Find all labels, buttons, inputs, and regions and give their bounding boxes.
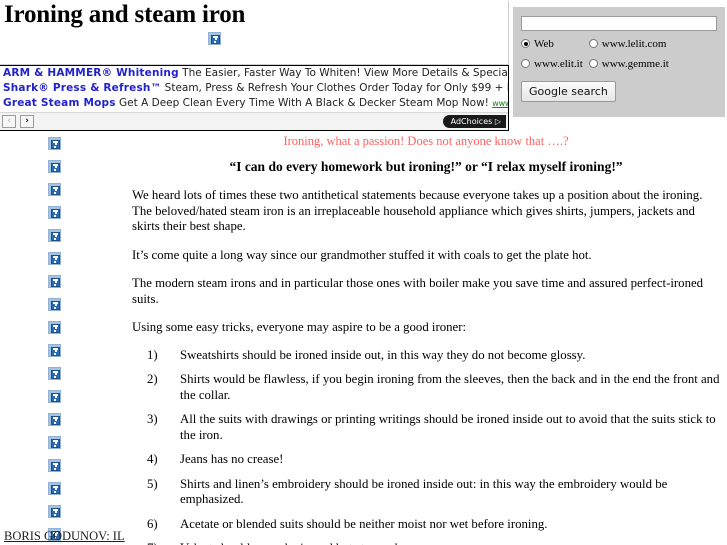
sidebar-broken-image-placeholder[interactable] — [48, 137, 61, 150]
broken-image-icon — [208, 32, 221, 45]
radio-button-icon[interactable] — [521, 59, 530, 68]
ad-row[interactable]: Great Steam Mops Get A Deep Clean Every … — [0, 96, 508, 111]
sidebar-broken-image-placeholder[interactable] — [48, 252, 61, 265]
title-box: Ironing and steam iron — [0, 1, 509, 65]
ad-title[interactable]: Shark® Press & Refresh™ — [3, 82, 161, 94]
tip-text: Sweatshirts should be ironed inside out,… — [180, 347, 586, 362]
tip-text: Velvet should never be ironed but steame… — [180, 541, 401, 545]
sidebar-broken-image-placeholder[interactable] — [48, 206, 61, 219]
adchoices-label: AdChoices — [450, 117, 493, 126]
search-scope-row-2: www.elit.it www.gemme.it — [521, 58, 717, 71]
tip-text: Shirts and linen’s embroidery should be … — [180, 476, 668, 507]
search-scope-option-elit[interactable]: www.elit.it — [521, 58, 586, 71]
search-scope-option-gemme[interactable]: www.gemme.it — [588, 58, 669, 71]
ad-title[interactable]: Great Steam Mops — [3, 97, 116, 109]
tip-number: 5) — [147, 476, 158, 491]
pull-quote: “I can do every homework but ironing!” o… — [229, 159, 623, 174]
sidebar-broken-image-placeholder[interactable] — [48, 183, 61, 196]
tip-list-item: 1) Sweatshirts should be ironed inside ou… — [125, 348, 721, 364]
ad-row[interactable]: Shark® Press & Refresh™ Steam, Press & R… — [0, 81, 508, 96]
sidebar: BORIS GODUNOV: IL — [0, 131, 125, 545]
tip-list-item: 4) Jeans has no crease! — [125, 452, 721, 468]
search-scope-option-lelit[interactable]: www.lelit.com — [588, 38, 667, 51]
body-paragraph: The modern steam irons and in particular… — [132, 276, 704, 306]
ad-description: The Easier, Faster Way To Whiten! View M… — [182, 67, 508, 79]
search-scope-row-1: Web www.lelit.com — [521, 38, 717, 51]
tip-text: Acetate or blended suits should be neith… — [180, 516, 548, 531]
adchoices-badge[interactable]: AdChoices ▷ — [442, 115, 506, 128]
ad-footer: ‹ › AdChoices ▷ — [0, 112, 508, 130]
radio-button-icon[interactable] — [521, 39, 530, 48]
search-panel: Web www.lelit.com www.elit.it www.gemme.… — [510, 0, 727, 131]
page-subtitle: Ironing, what a passion! Does not anyone… — [283, 134, 569, 148]
tip-text: Jeans has no crease! — [180, 452, 284, 466]
ad-banner[interactable]: ARM & HAMMER® Whitening The Easier, Fast… — [0, 65, 509, 131]
tip-list-item: 7) Velvet should never be ironed but stea… — [125, 541, 721, 545]
body-paragraph: Using some easy tricks, everyone may asp… — [132, 320, 467, 334]
page-title: Ironing and steam iron — [4, 1, 246, 28]
sidebar-broken-image-placeholder[interactable] — [48, 459, 61, 472]
search-scope-option-web[interactable]: Web — [521, 38, 586, 51]
sidebar-broken-image-placeholder[interactable] — [48, 298, 61, 311]
sidebar-broken-image-placeholder[interactable] — [48, 413, 61, 426]
ad-prev-arrow-icon[interactable]: ‹ — [2, 115, 16, 128]
search-scope-label: Web — [534, 38, 554, 50]
sidebar-broken-image-placeholder[interactable] — [48, 505, 61, 518]
tip-number: 2) — [147, 372, 158, 386]
tip-list-item: 2) Shirts would be flawless, if you begin… — [125, 372, 721, 403]
radio-button-icon[interactable] — [588, 59, 598, 68]
tip-text: Shirts would be flawless, if you begin i… — [180, 372, 720, 402]
tip-list-item: 5) Shirts and linen’s embroidery should b… — [125, 477, 721, 508]
tip-number: 1) — [147, 347, 158, 362]
sidebar-broken-image-placeholder[interactable] — [48, 390, 61, 403]
search-scope-label: www.gemme.it — [601, 58, 669, 70]
tip-list-item: 6) Acetate or blended suits should be nei… — [125, 517, 721, 533]
tip-number: 4) — [147, 452, 158, 466]
google-search-button[interactable]: Google search — [521, 81, 616, 102]
ad-description: Get A Deep Clean Every Time With A Black… — [119, 97, 489, 109]
main-content: Ironing, what a passion! Does not anyone… — [125, 131, 727, 545]
sidebar-broken-image-placeholder[interactable] — [48, 436, 61, 449]
tip-number: 6) — [147, 516, 158, 531]
sidebar-broken-image-placeholder[interactable] — [48, 160, 61, 173]
search-scope-label: www.elit.it — [534, 58, 583, 70]
body-paragraph: It’s come quite a long way since our gra… — [132, 247, 592, 262]
search-panel-body: Web www.lelit.com www.elit.it www.gemme.… — [513, 7, 725, 117]
tip-number: 3) — [147, 412, 158, 426]
sidebar-bottom-link[interactable]: BORIS GODUNOV: IL — [4, 529, 125, 544]
ad-next-arrow-icon[interactable]: › — [20, 115, 35, 128]
adchoices-triangle-icon: ▷ — [494, 117, 501, 126]
sidebar-broken-image-placeholder[interactable] — [48, 229, 61, 242]
search-input[interactable] — [521, 16, 717, 31]
tip-list-item: 3) All the suits with drawings or printin… — [125, 412, 721, 443]
sidebar-broken-image-placeholder[interactable] — [48, 275, 61, 288]
sidebar-broken-image-placeholder[interactable] — [48, 344, 61, 357]
search-scope-label: www.lelit.com — [601, 38, 667, 50]
body-paragraph: We heard lots of times these two antithe… — [132, 188, 703, 233]
ad-row[interactable]: ARM & HAMMER® Whitening The Easier, Fast… — [0, 66, 508, 81]
radio-button-icon[interactable] — [588, 39, 598, 48]
page-header-region: Ironing and steam iron ARM & HAMMER® Whi… — [0, 0, 727, 131]
ironing-tips-list: 1) Sweatshirts should be ironed inside ou… — [125, 348, 721, 545]
ad-title[interactable]: ARM & HAMMER® Whitening — [3, 67, 179, 79]
sidebar-broken-image-placeholder[interactable] — [48, 321, 61, 334]
ad-url[interactable]: www.blackanddecker.com — [492, 99, 508, 108]
tip-number: 7) — [147, 541, 175, 545]
ad-description: Steam, Press & Refresh Your Clothes Orde… — [164, 82, 508, 94]
sidebar-broken-image-placeholder[interactable] — [48, 367, 61, 380]
tip-text: All the suits with drawings or printing … — [180, 412, 716, 442]
sidebar-broken-image-placeholder[interactable] — [48, 482, 61, 495]
title-and-ad-column: Ironing and steam iron ARM & HAMMER® Whi… — [0, 0, 509, 131]
